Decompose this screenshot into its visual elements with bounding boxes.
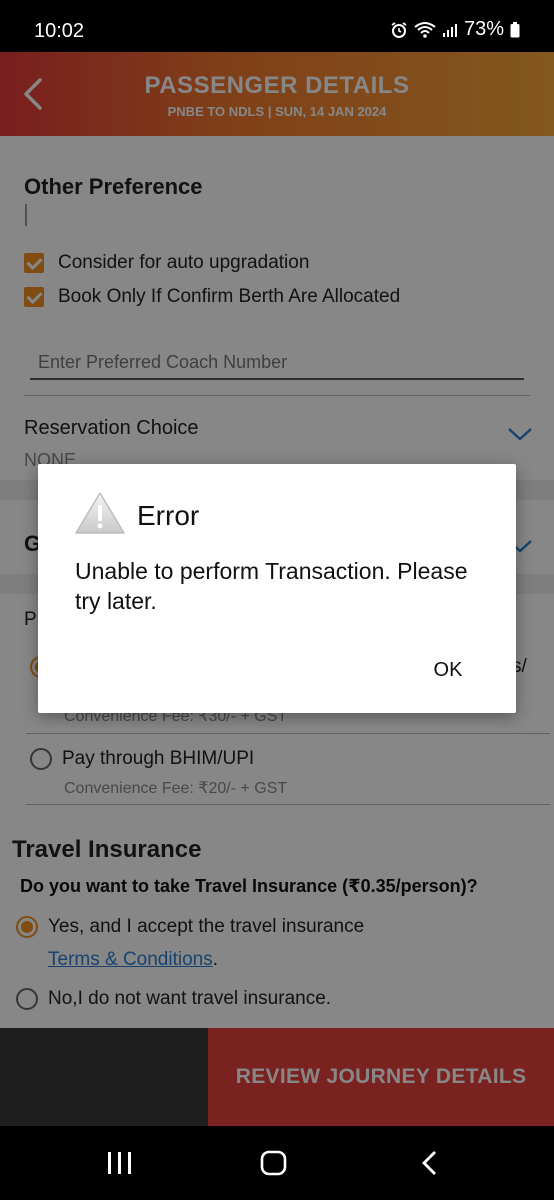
- back-nav-icon[interactable]: [418, 1150, 442, 1181]
- status-time: 10:02: [34, 20, 85, 42]
- error-dialog: Error Unable to perform Transaction. Ple…: [38, 464, 516, 713]
- ok-button[interactable]: OK: [416, 652, 480, 688]
- wifi-icon: [414, 21, 436, 39]
- dialog-title: Error: [137, 500, 200, 531]
- warning-icon: [74, 490, 126, 536]
- status-icons: 73%: [390, 18, 520, 41]
- battery-percent: 73%: [463, 18, 504, 40]
- signal-icon: [442, 22, 458, 38]
- recent-apps-icon[interactable]: [106, 1150, 134, 1181]
- alarm-icon: [390, 21, 408, 39]
- home-icon[interactable]: [260, 1150, 288, 1181]
- status-bar: 10:02 73%: [0, 0, 554, 52]
- dialog-message: Unable to perform Transaction. Please tr…: [75, 558, 468, 614]
- system-nav-bar: [0, 1126, 554, 1200]
- battery-icon: [510, 21, 520, 38]
